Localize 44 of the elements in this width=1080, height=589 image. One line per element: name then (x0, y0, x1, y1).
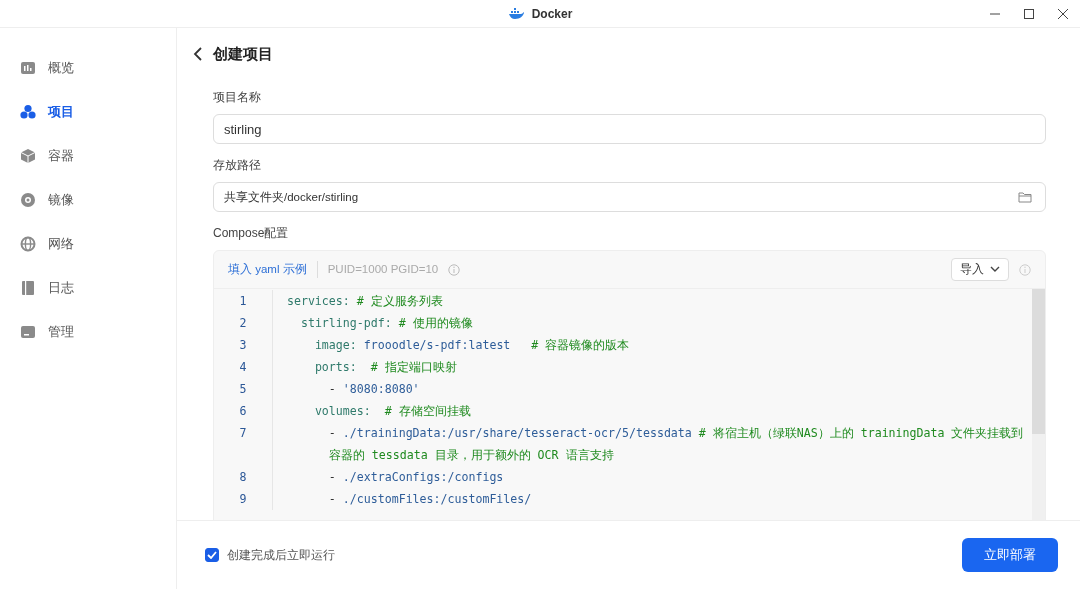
line-number: 5 (238, 381, 248, 398)
cubes-icon (20, 104, 36, 120)
line-number: 6 (238, 403, 248, 420)
maximize-icon[interactable] (1023, 8, 1035, 20)
deploy-button[interactable]: 立即部署 (962, 538, 1058, 572)
line-number: 9 (238, 491, 248, 508)
project-name-field[interactable]: stirling (213, 114, 1046, 144)
panel-icon (20, 324, 36, 340)
id-hint: PUID=1000 PGID=10 (327, 261, 439, 277)
line-number: 3 (238, 337, 248, 354)
scrollbar[interactable] (1032, 289, 1045, 520)
line-number: 2 (238, 315, 248, 332)
sidebar-item[interactable]: 管理 (0, 310, 176, 354)
page-title: 创建项目 (213, 43, 273, 64)
sidebar-item[interactable]: 日志 (0, 266, 176, 310)
close-icon[interactable] (1057, 8, 1069, 20)
line-number: 1 (238, 293, 248, 310)
path-field[interactable]: 共享文件夹/docker/stirling (213, 182, 1046, 212)
field-label: Compose配置 (213, 226, 289, 240)
line-number: 4 (238, 359, 248, 376)
disc-icon (20, 192, 36, 208)
whale-icon (507, 7, 524, 20)
caret-icon (990, 266, 1000, 273)
back-icon[interactable] (193, 47, 203, 61)
cube-icon (20, 148, 36, 164)
sidebar-item[interactable]: 网络 (0, 222, 176, 266)
info-icon[interactable] (448, 263, 461, 276)
example-link[interactable]: 填入 yaml 示例 (228, 260, 318, 279)
checkbox[interactable] (205, 548, 219, 562)
line-number: 8 (238, 469, 248, 486)
field-label: 存放路径 (213, 158, 261, 172)
sidebar-item[interactable]: 镜像 (0, 178, 176, 222)
chart-icon (20, 60, 36, 76)
line-number: 7 (238, 425, 248, 442)
window-title: Docker (531, 5, 573, 23)
field-label: 项目名称 (213, 90, 261, 104)
sidebar-item[interactable]: 容器 (0, 134, 176, 178)
book-icon (20, 280, 36, 296)
globe-icon (20, 236, 36, 252)
checkbox-label: 创建完成后立即运行 (227, 547, 335, 564)
import-dropdown[interactable]: 导入 (951, 257, 1009, 282)
sidebar-item[interactable]: 概览 (0, 46, 176, 90)
folder-icon[interactable] (1018, 191, 1032, 203)
sidebar-item[interactable]: 项目 (0, 90, 176, 134)
